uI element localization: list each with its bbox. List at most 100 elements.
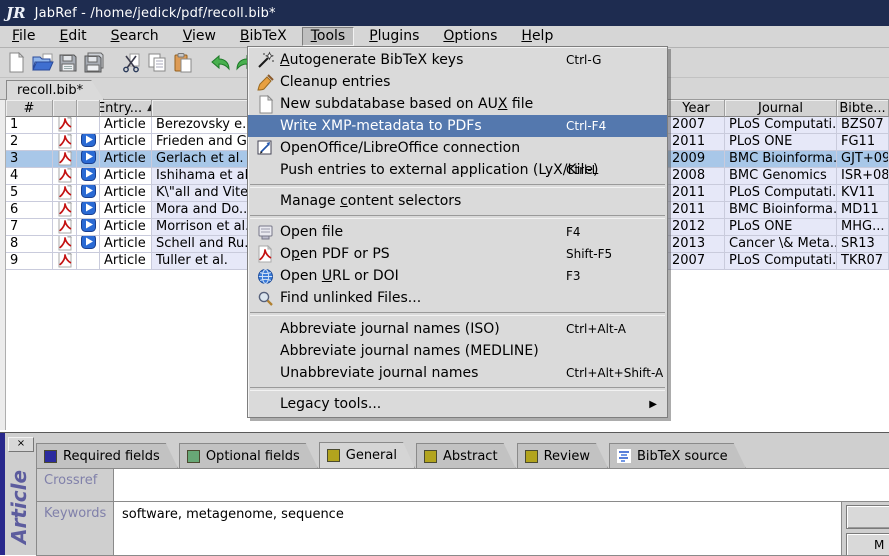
cell-pdf[interactable] <box>53 236 77 253</box>
cell-pdf[interactable] <box>53 185 77 202</box>
cell-journal[interactable]: Cancer \& Meta... <box>725 236 837 253</box>
cell-pdf[interactable] <box>53 134 77 151</box>
menu-search[interactable]: Search <box>102 27 168 46</box>
cell-year[interactable]: 2009 <box>668 151 725 168</box>
editor-tab-optional-fields[interactable]: Optional fields <box>179 443 318 468</box>
cell-bibtexkey[interactable]: ISR+08 <box>837 168 889 185</box>
cell-entrytype[interactable]: Article <box>100 168 152 185</box>
crossref-input[interactable] <box>114 469 889 502</box>
menu-item-open-file[interactable]: Open fileF4 <box>248 221 667 243</box>
cell-journal[interactable]: PLoS Computati... <box>725 117 837 134</box>
cell-journal[interactable]: BMC Genomics <box>725 168 837 185</box>
cell-journal[interactable]: PLoS Computati... <box>725 253 837 270</box>
menu-item-write-xmp-metadata-to-pdfs[interactable]: Write XMP-metadata to PDFsCtrl-F4 <box>248 115 667 137</box>
save-all-icon[interactable] <box>81 51 107 75</box>
cell-year[interactable]: 2013 <box>668 236 725 253</box>
column-header-journal[interactable]: Journal <box>725 100 837 117</box>
menu-item-push-entries-to-external-application-lyx-kile[interactable]: Push entries to external application (Ly… <box>248 159 667 181</box>
menu-item-manage-content-selectors[interactable]: Manage content selectors <box>248 190 667 212</box>
menu-item-openoffice-libreoffice-connection[interactable]: OpenOffice/LibreOffice connection <box>248 137 667 159</box>
cell-year[interactable]: 2011 <box>668 202 725 219</box>
cell-journal[interactable]: PLoS ONE <box>725 134 837 151</box>
cell-num[interactable]: 6 <box>6 202 53 219</box>
cell-entrytype[interactable]: Article <box>100 202 152 219</box>
keywords-side-button[interactable] <box>846 505 889 529</box>
cell-pdf[interactable] <box>53 202 77 219</box>
cell-play[interactable] <box>77 185 100 202</box>
menu-item-open-pdf-or-ps[interactable]: Open PDF or PSShift-F5 <box>248 243 667 265</box>
cell-year[interactable]: 2012 <box>668 219 725 236</box>
editor-tab-required-fields[interactable]: Required fields <box>36 443 178 468</box>
menu-plugins[interactable]: Plugins <box>360 27 428 46</box>
cell-play[interactable] <box>77 117 100 134</box>
cell-play[interactable] <box>77 202 100 219</box>
menu-item-open-url-or-doi[interactable]: Open URL or DOIF3 <box>248 265 667 287</box>
cell-pdf[interactable] <box>53 253 77 270</box>
menu-item-new-subdatabase-based-on-aux-file[interactable]: New subdatabase based on AUX file <box>248 93 667 115</box>
cell-year[interactable]: 2007 <box>668 117 725 134</box>
new-database-icon[interactable] <box>3 51 29 75</box>
column-header-play[interactable] <box>77 100 100 117</box>
cell-bibtexkey[interactable]: MHG... <box>837 219 889 236</box>
cell-entrytype[interactable]: Article <box>100 236 152 253</box>
editor-tab-abstract[interactable]: Abstract <box>416 443 516 468</box>
cell-journal[interactable]: BMC Bioinforma... <box>725 151 837 168</box>
cell-num[interactable]: 9 <box>6 253 53 270</box>
cell-entrytype[interactable]: Article <box>100 219 152 236</box>
cell-journal[interactable]: PLoS ONE <box>725 219 837 236</box>
cell-year[interactable]: 2007 <box>668 253 725 270</box>
cut-icon[interactable] <box>118 51 144 75</box>
cell-bibtexkey[interactable]: KV11 <box>837 185 889 202</box>
menu-bibtex[interactable]: BibTeX <box>231 27 296 46</box>
menu-help[interactable]: Help <box>512 27 562 46</box>
keywords-input[interactable]: software, metagenome, sequence <box>114 502 842 556</box>
cell-bibtexkey[interactable]: MD11 <box>837 202 889 219</box>
cell-play[interactable] <box>77 168 100 185</box>
menu-edit[interactable]: Edit <box>50 27 95 46</box>
cell-num[interactable]: 7 <box>6 219 53 236</box>
column-header-bibtexkey[interactable]: Bibte... <box>837 100 889 117</box>
undo-icon[interactable] <box>207 51 233 75</box>
menu-item-legacy-tools[interactable]: Legacy tools...▶ <box>248 393 667 415</box>
menu-item-find-unlinked-files[interactable]: Find unlinked Files... <box>248 287 667 309</box>
cell-entrytype[interactable]: Article <box>100 253 152 270</box>
column-header-entrytype[interactable]: Entry...▲ <box>100 100 152 117</box>
menu-view[interactable]: View <box>174 27 225 46</box>
cell-play[interactable] <box>77 219 100 236</box>
cell-pdf[interactable] <box>53 117 77 134</box>
menu-item-autogenerate-bibtex-keys[interactable]: Autogenerate BibTeX keysCtrl-G <box>248 49 667 71</box>
menu-item-abbreviate-journal-names-medline[interactable]: Abbreviate journal names (MEDLINE) <box>248 340 667 362</box>
cell-num[interactable]: 4 <box>6 168 53 185</box>
editor-tab-general[interactable]: General <box>319 442 415 468</box>
menu-item-unabbreviate-journal-names[interactable]: Unabbreviate journal namesCtrl+Alt+Shift… <box>248 362 667 384</box>
cell-play[interactable] <box>77 236 100 253</box>
cell-year[interactable]: 2011 <box>668 185 725 202</box>
menu-options[interactable]: Options <box>434 27 506 46</box>
cell-bibtexkey[interactable]: GJT+09 <box>837 151 889 168</box>
column-header-num[interactable]: # <box>6 100 53 117</box>
cell-bibtexkey[interactable]: BZS07 <box>837 117 889 134</box>
cell-pdf[interactable] <box>53 151 77 168</box>
file-tab-recoll[interactable]: recoll.bib* <box>6 80 104 100</box>
cell-num[interactable]: 2 <box>6 134 53 151</box>
keywords-manage-button[interactable]: M <box>846 533 889 556</box>
cell-entrytype[interactable]: Article <box>100 151 152 168</box>
menu-item-abbreviate-journal-names-iso[interactable]: Abbreviate journal names (ISO)Ctrl+Alt-A <box>248 318 667 340</box>
cell-bibtexkey[interactable]: SR13 <box>837 236 889 253</box>
cell-pdf[interactable] <box>53 168 77 185</box>
cell-year[interactable]: 2011 <box>668 134 725 151</box>
cell-entrytype[interactable]: Article <box>100 185 152 202</box>
menu-file[interactable]: File <box>3 27 44 46</box>
menu-tools[interactable]: Tools <box>302 27 355 46</box>
column-header-year[interactable]: Year <box>668 100 725 117</box>
cell-play[interactable] <box>77 253 100 270</box>
column-header-pdf[interactable] <box>53 100 77 117</box>
cell-num[interactable]: 5 <box>6 185 53 202</box>
cell-bibtexkey[interactable]: FG11 <box>837 134 889 151</box>
editor-tab-bibtex-source[interactable]: BibTeX source <box>609 443 746 468</box>
cell-year[interactable]: 2008 <box>668 168 725 185</box>
cell-pdf[interactable] <box>53 219 77 236</box>
menu-item-cleanup-entries[interactable]: Cleanup entries <box>248 71 667 93</box>
cell-journal[interactable]: PLoS Computati... <box>725 185 837 202</box>
editor-tab-review[interactable]: Review <box>517 443 608 468</box>
